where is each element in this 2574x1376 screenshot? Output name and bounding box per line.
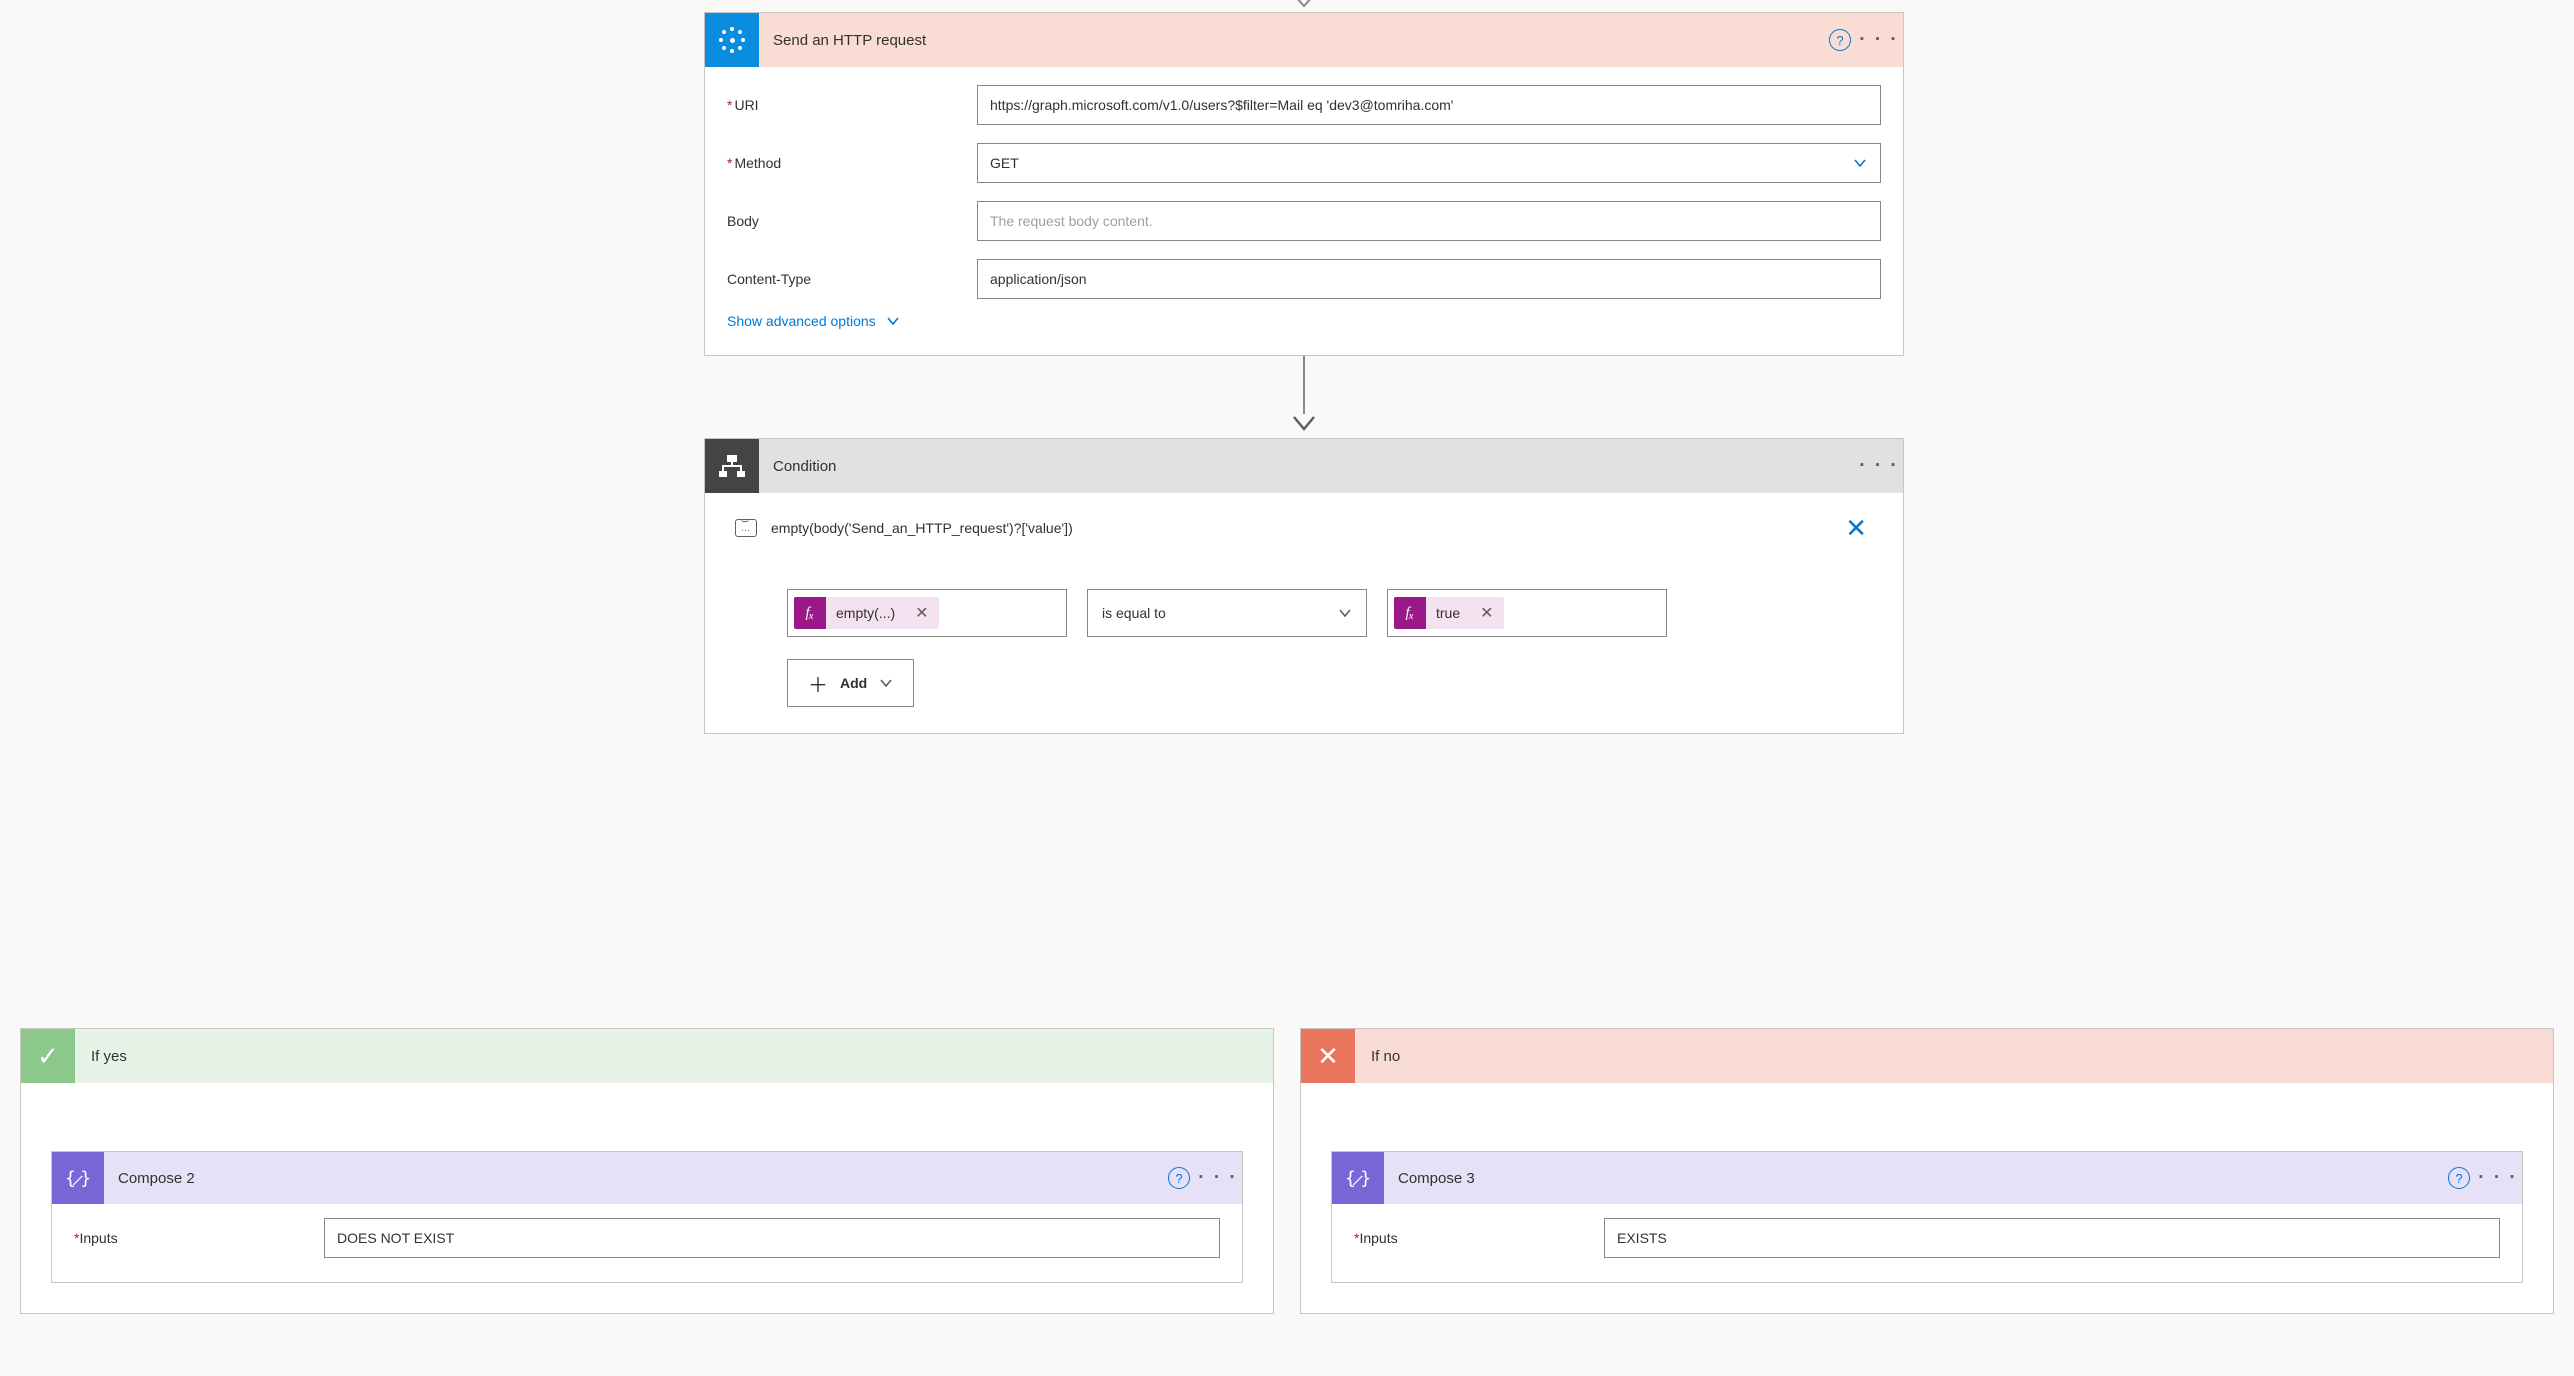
- compose-title: Compose 2: [104, 1170, 1164, 1187]
- uri-input[interactable]: [977, 85, 1881, 125]
- peek-code-icon[interactable]: …: [735, 519, 757, 537]
- if-no-branch[interactable]: ✕ If no {/} Compose 3 ? · · · *Inputs: [1300, 1028, 2554, 1314]
- http-action-icon: [705, 13, 759, 67]
- show-advanced-options-link[interactable]: Show advanced options: [727, 309, 1881, 347]
- compose-icon: {/}: [52, 1152, 104, 1204]
- remove-token-icon[interactable]: ✕: [1470, 603, 1503, 623]
- more-menu-button[interactable]: · · ·: [1855, 455, 1903, 477]
- chevron-down-icon: [879, 676, 893, 690]
- if-yes-branch[interactable]: ✓ If yes {/} Compose 2 ? · · · *Inputs: [20, 1028, 1274, 1314]
- fx-icon: [1394, 597, 1426, 629]
- close-icon[interactable]: ✕: [1845, 515, 1873, 541]
- left-token-label: empty(...): [826, 605, 905, 621]
- if-no-title: If no: [1355, 1048, 1400, 1065]
- fx-icon: [794, 597, 826, 629]
- help-button[interactable]: ?: [2444, 1163, 2474, 1193]
- content-type-label: Content-Type: [727, 271, 977, 287]
- body-input[interactable]: [977, 201, 1881, 241]
- flow-connector: [704, 356, 1904, 438]
- x-icon: ✕: [1301, 1029, 1355, 1083]
- more-menu-button[interactable]: · · ·: [1194, 1167, 1242, 1189]
- compose-inputs-field[interactable]: [324, 1218, 1220, 1258]
- operator-label: is equal to: [1102, 605, 1166, 621]
- condition-left-operand[interactable]: empty(...) ✕: [787, 589, 1067, 637]
- compose-inputs-field[interactable]: [1604, 1218, 2500, 1258]
- compose-action[interactable]: {/} Compose 3 ? · · · *Inputs: [1331, 1151, 2523, 1283]
- content-type-input[interactable]: [977, 259, 1881, 299]
- more-menu-button[interactable]: · · ·: [1855, 29, 1903, 51]
- chevron-down-icon: [1338, 606, 1352, 620]
- right-token-label: true: [1426, 605, 1470, 621]
- http-action-title: Send an HTTP request: [759, 32, 1825, 49]
- condition-expression: empty(body('Send_an_HTTP_request')?['val…: [771, 520, 1831, 536]
- arrow-down-icon: [1290, 414, 1318, 432]
- chevron-down-icon[interactable]: [1853, 143, 1867, 183]
- compose-icon: {/}: [1332, 1152, 1384, 1204]
- condition-right-operand[interactable]: true ✕: [1387, 589, 1667, 637]
- uri-label: *URI: [727, 97, 977, 113]
- condition-icon: [705, 439, 759, 493]
- http-request-action[interactable]: Send an HTTP request ? · · · *URI *Metho…: [704, 12, 1904, 356]
- add-condition-button[interactable]: ＋ Add: [787, 659, 914, 707]
- compose-action[interactable]: {/} Compose 2 ? · · · *Inputs: [51, 1151, 1243, 1283]
- more-menu-button[interactable]: · · ·: [2474, 1167, 2522, 1189]
- help-button[interactable]: ?: [1164, 1163, 1194, 1193]
- plus-icon: ＋: [808, 669, 828, 698]
- checkmark-icon: ✓: [21, 1029, 75, 1083]
- inputs-label: *Inputs: [1354, 1230, 1604, 1246]
- condition-action[interactable]: Condition · · · … empty(body('Send_an_HT…: [704, 438, 1904, 734]
- condition-operator-select[interactable]: is equal to: [1087, 589, 1367, 637]
- if-yes-title: If yes: [75, 1048, 127, 1065]
- inputs-label: *Inputs: [74, 1230, 324, 1246]
- chevron-down-icon: [886, 314, 900, 328]
- method-select[interactable]: [977, 143, 1881, 183]
- body-label: Body: [727, 213, 977, 229]
- method-label: *Method: [727, 155, 977, 171]
- remove-token-icon[interactable]: ✕: [905, 603, 938, 623]
- compose-title: Compose 3: [1384, 1170, 2444, 1187]
- help-button[interactable]: ?: [1825, 25, 1855, 55]
- condition-title: Condition: [759, 458, 1855, 475]
